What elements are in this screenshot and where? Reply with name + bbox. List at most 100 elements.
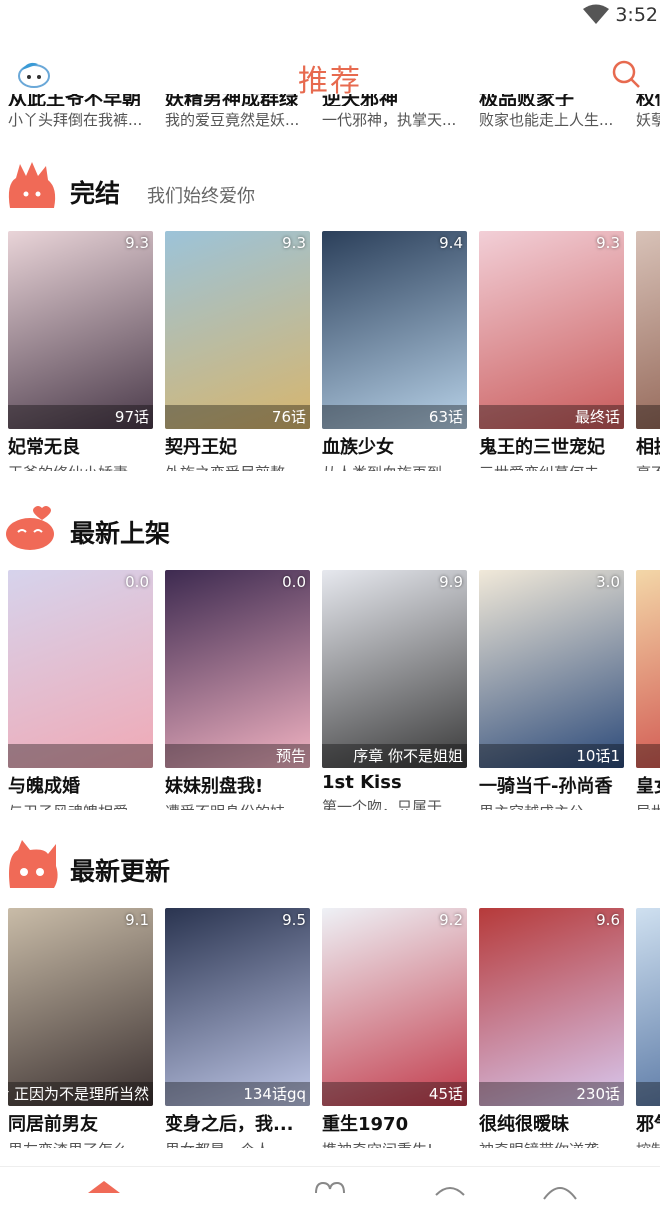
section-title: 最新更新 [70, 857, 171, 886]
cover-footer-shade [636, 1082, 660, 1106]
cover-footer-shade [636, 744, 660, 768]
profile-tab-icon[interactable] [540, 1175, 580, 1205]
comic-card[interactable]: 9.3 76话契丹王妃外族之恋受尽煎熬 [165, 231, 310, 471]
comic-cover-image[interactable]: 9.9 序章 你不是姐姐 [322, 570, 467, 768]
rating-badge: 9.1 [125, 911, 149, 929]
previous-section-row: 从此王爷不早朝 小丫头拜倒在我裤... 妖精男神成群绿 我的爱豆竟然是妖... … [0, 94, 660, 144]
comic-description: 与卫子风魂魄相爱... [8, 801, 153, 810]
comic-description: 王爷的修仙小娇妻 [8, 462, 153, 471]
comic-title: 变身之后，我... [165, 1114, 294, 1135]
comic-cover-image[interactable]: 9.2 45话 [322, 908, 467, 1106]
episode-label: 45话 [428, 1085, 463, 1103]
comic-description: 遭受不明身份的妹... [165, 801, 310, 810]
comic-title: 契丹王妃 [165, 437, 237, 458]
comic-card[interactable]: 0.0 预告妹妹别盘我! 遭受不明身份的妹... [165, 570, 310, 810]
rating-badge: 9.5 [282, 911, 306, 929]
comic-cover-image[interactable]: 9.4 63话 [322, 231, 467, 429]
cover-footer-shade [636, 405, 660, 429]
comic-title: 1st Kiss [322, 772, 402, 793]
episode-label: 10话1 [576, 747, 620, 765]
comic-card[interactable]: 9.6 230话很纯很暧昧神奇眼镜带你逆袭 [479, 908, 624, 1148]
cat-mascot-icon [4, 838, 60, 892]
blob-mascot-icon [4, 500, 60, 554]
comic-cover-image[interactable]: 3.0 10话1 [479, 570, 624, 768]
episode-label: 69话 正因为不是理所当然 [8, 1085, 149, 1103]
section-completed: 完结 我们始终爱你 [0, 160, 660, 220]
rating-badge: 9.3 [125, 234, 149, 252]
comic-description: 男女都是一个人 [165, 1139, 310, 1148]
list-item[interactable]: 从此王爷不早朝 小丫头拜倒在我裤... [8, 94, 158, 130]
comic-description: 控制 [636, 1139, 660, 1148]
list-item[interactable]: 权倾 妖孽 [636, 94, 660, 130]
comic-title: 邪气 [636, 1114, 660, 1135]
comic-cover-image[interactable]: 0.0 预告 [165, 570, 310, 768]
comic-cover-image[interactable]: 9.1 69话 正因为不是理所当然 [8, 908, 153, 1106]
favorites-tab-icon[interactable] [310, 1175, 350, 1205]
comic-card[interactable]: 9.1 69话 正因为不是理所当然同居前男友男友变渣男了怎么... [8, 908, 153, 1148]
comic-description: 异世 [636, 801, 660, 810]
section-title: 最新上架 [70, 519, 171, 548]
comic-row-completed: 9.3 97话妃常无良王爷的修仙小娇妻 9.3 76话契丹王妃外族之恋受尽煎熬 9.4 6… [0, 231, 660, 471]
comic-title: 同居前男友 [8, 1114, 98, 1135]
comic-card[interactable]: 9.4 63话血族少女从人类到血族再到... [322, 231, 467, 471]
comic-description: 毫不 [636, 462, 660, 471]
comic-cover-image[interactable]: 0.0 [8, 570, 153, 768]
comic-description: 第一个吻，只属于... [322, 798, 457, 810]
wifi-icon [582, 4, 610, 30]
comic-title: 重生1970 [322, 1114, 409, 1135]
search-icon[interactable] [610, 58, 642, 90]
list-item[interactable]: 极品败家子 败家也能走上人生... [479, 94, 629, 130]
category-tab-icon[interactable] [430, 1175, 470, 1205]
rating-badge: 9.2 [439, 911, 463, 929]
comic-card[interactable]: 9.3 最终话鬼王的三世宠妃三世爱恋纠葛何去... [479, 231, 624, 471]
comic-card[interactable]: 0.0 与魄成婚与卫子风魂魄相爱... [8, 570, 153, 810]
section-tagline: 我们始终爱你 [147, 186, 255, 207]
rating-badge: 9.3 [282, 234, 306, 252]
list-item[interactable]: 逆天邪神 一代邪神，执掌天... [322, 94, 472, 130]
rating-badge: 3.0 [596, 573, 620, 591]
comic-title: 血族少女 [322, 437, 394, 458]
rating-badge: 9.4 [439, 234, 463, 252]
rating-badge: 9.3 [596, 234, 620, 252]
comic-card[interactable]: 3.0 10话1 一骑当千-孙尚香男主穿越成主公 [479, 570, 624, 810]
comic-description: 从人类到血族再到... [322, 462, 467, 471]
comic-card[interactable]: 邪气控制 [636, 908, 660, 1148]
comic-cover-image[interactable]: 9.3 76话 [165, 231, 310, 429]
comic-cover-image[interactable]: 9.5 134话gq [165, 908, 310, 1106]
comic-cover-image[interactable]: 9.6 230话 [479, 908, 624, 1106]
comic-title: 与魄成婚 [8, 776, 80, 797]
list-item[interactable]: 妖精男神成群绿 我的爱豆竟然是妖... [165, 94, 315, 130]
comic-cover-image[interactable] [636, 908, 660, 1106]
episode-label: 76话 [271, 408, 306, 426]
home-tab-icon[interactable] [84, 1175, 124, 1205]
comic-title: 相拥 [636, 437, 660, 458]
comic-description: 外族之恋受尽煎熬 [165, 462, 310, 471]
section-title: 完结 [70, 179, 121, 208]
episode-label: 97话 [114, 408, 149, 426]
comic-title: 妃常无良 [8, 437, 80, 458]
comic-cover-image[interactable]: 9.3 97话 [8, 231, 153, 429]
comic-card[interactable]: 相拥毫不 [636, 231, 660, 471]
comic-card[interactable]: 9.2 45话重生1970 携神奇空间重生! [322, 908, 467, 1148]
comic-title: 妹妹别盘我! [165, 776, 264, 797]
comic-card[interactable]: 9.3 97话妃常无良王爷的修仙小娇妻 [8, 231, 153, 471]
comic-card[interactable]: 9.5 134话gq 变身之后，我... 男女都是一个人 [165, 908, 310, 1148]
comic-title: 皇女 [636, 776, 660, 797]
bottom-tab-bar [0, 1166, 660, 1206]
status-bar: 3:52 [0, 0, 660, 34]
comic-title: 很纯很暧昧 [479, 1114, 569, 1135]
comic-card[interactable]: 9.9 序章 你不是姐姐 1st Kiss 第一个吻，只属于... [322, 570, 467, 810]
comic-description: 神奇眼镜带你逆袭 [479, 1139, 624, 1148]
comic-cover-image[interactable]: 7 [636, 570, 660, 768]
comic-cover-image[interactable]: 9.3 最终话 [479, 231, 624, 429]
rating-badge: 0.0 [282, 573, 306, 591]
comic-cover-image[interactable] [636, 231, 660, 429]
comic-row-latest-updates: 9.1 69话 正因为不是理所当然同居前男友男友变渣男了怎么... 9.5 134话g… [0, 908, 660, 1148]
episode-label: 230话 [576, 1085, 620, 1103]
episode-label: 63话 [428, 408, 463, 426]
flame-mascot-icon [4, 160, 60, 214]
comic-title: 一骑当千-孙尚香 [479, 776, 613, 797]
rating-badge: 0.0 [125, 573, 149, 591]
comic-card[interactable]: 7 皇女异世 [636, 570, 660, 810]
episode-label: 134话gq [243, 1085, 306, 1103]
